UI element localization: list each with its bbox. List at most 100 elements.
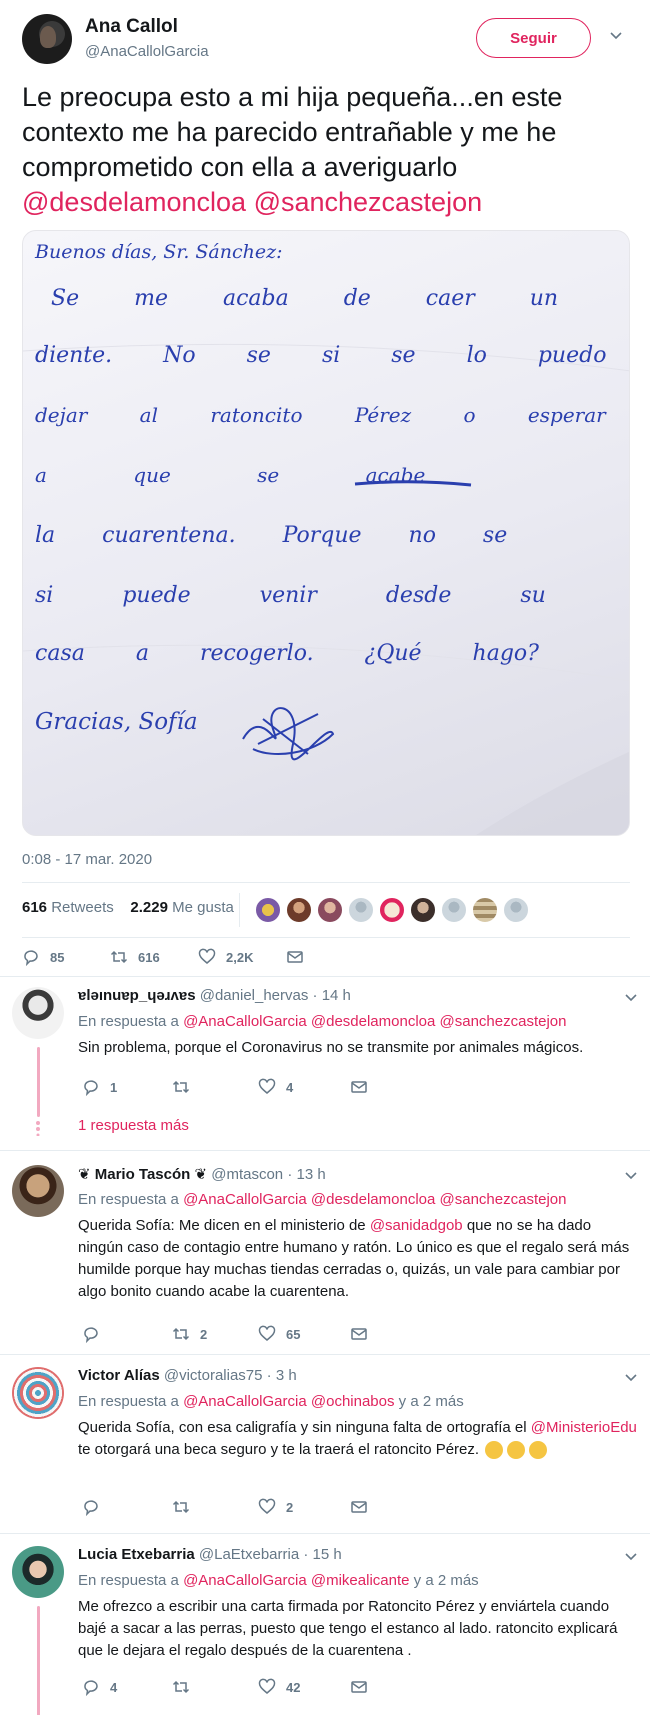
likes-label[interactable]: Me gusta <box>172 899 234 916</box>
thread-line <box>37 1606 40 1715</box>
avatar[interactable] <box>441 897 467 923</box>
tweet-date[interactable]: 0:08 - 17 mar. 2020 <box>22 851 152 868</box>
avatar[interactable] <box>410 897 436 923</box>
avatar[interactable] <box>12 1367 64 1419</box>
message-button[interactable] <box>350 1078 378 1096</box>
mention-link[interactable]: @desdelamoncloa <box>311 1013 435 1030</box>
retweet-button[interactable] <box>172 1498 200 1516</box>
tweet-text: Le preocupa esto a mi hija pequeña...en … <box>22 80 632 220</box>
reply-author-name[interactable]: Lucia Etxebarria <box>78 1546 195 1563</box>
reply-author-handle[interactable]: @LaEtxebarria <box>199 1546 299 1563</box>
reply-icon <box>84 1500 98 1516</box>
crossed-out-word <box>354 480 472 487</box>
retweet-button[interactable]: 616 <box>110 948 160 966</box>
author-avatar[interactable] <box>22 14 72 64</box>
in-reply-to: En respuesta a @AnaCallolGarcia @desdela… <box>78 1191 566 1208</box>
reply-author-name[interactable]: Victor Alías <box>78 1367 160 1384</box>
like-button[interactable]: 2,2K <box>198 948 253 966</box>
reply-tweet[interactable]: ❦ Mario Tascón ❦ @mtascon · 13 h En resp… <box>0 1150 650 1353</box>
chevron-down-icon[interactable] <box>625 992 637 1004</box>
reply-tweet[interactable]: Victor Alías @victoralias75 · 3 h En res… <box>0 1354 650 1532</box>
retweet-button[interactable]: 2 <box>172 1325 207 1343</box>
author-handle[interactable]: @AnaCallolGarcia <box>85 43 209 60</box>
message-button[interactable] <box>350 1678 378 1696</box>
tweet-actions: 85 616 2,2K <box>22 948 422 970</box>
main-tweet: Ana Callol @AnaCallolGarcia Seguir Le pr… <box>0 0 650 975</box>
reply-button[interactable] <box>82 1498 110 1516</box>
in-reply-to-more[interactable]: y a 2 más <box>399 1393 464 1410</box>
like-count: 65 <box>286 1326 301 1342</box>
message-button[interactable] <box>350 1325 378 1343</box>
like-button[interactable]: 42 <box>258 1678 300 1696</box>
avatar[interactable] <box>12 1165 64 1217</box>
mention-link[interactable]: @sanidadgob <box>370 1217 463 1234</box>
mention-link[interactable]: @MinisterioEdu <box>531 1419 637 1436</box>
mention-link[interactable]: @AnaCallolGarcia <box>183 1393 307 1410</box>
in-reply-to-label: En respuesta a <box>78 1393 179 1410</box>
like-button[interactable]: 4 <box>258 1078 293 1096</box>
reply-button[interactable]: 85 <box>22 948 64 966</box>
follow-button[interactable]: Seguir <box>476 18 591 58</box>
avatar[interactable] <box>286 897 312 923</box>
avatar[interactable] <box>348 897 374 923</box>
mention-link[interactable]: @AnaCallolGarcia <box>183 1013 307 1030</box>
divider <box>239 893 240 927</box>
reply-time[interactable]: · 15 h <box>303 1546 341 1563</box>
mention-link[interactable]: @desdelamoncloa <box>311 1191 435 1208</box>
chevron-down-icon[interactable] <box>625 1372 637 1384</box>
reply-button[interactable]: 4 <box>82 1678 117 1696</box>
reply-button[interactable]: 1 <box>82 1078 117 1096</box>
like-icon <box>258 1325 276 1341</box>
more-replies-link[interactable]: 1 respuesta más <box>78 1117 189 1134</box>
avatar[interactable] <box>255 897 281 923</box>
clapping-hands-emoji-icon <box>529 1441 548 1460</box>
note-line: si puede venir desde su <box>35 583 546 608</box>
reply-author-handle[interactable]: @victoralias75 <box>164 1367 263 1384</box>
avatar[interactable] <box>503 897 529 923</box>
retweets-label[interactable]: Retweets <box>51 899 114 916</box>
like-button[interactable]: 65 <box>258 1325 300 1343</box>
avatar[interactable] <box>379 897 405 923</box>
mention-link[interactable]: @sanchezcastejon <box>440 1191 567 1208</box>
avatar[interactable] <box>12 1546 64 1598</box>
mention-link[interactable]: @ochinabos <box>311 1393 395 1410</box>
chevron-down-icon[interactable] <box>625 1551 637 1563</box>
mention-link[interactable]: @sanchezcastejon <box>440 1013 567 1030</box>
reply-author-handle[interactable]: @daniel_hervas <box>200 987 309 1004</box>
reply-time[interactable]: · 13 h <box>287 1166 325 1183</box>
like-button[interactable]: 2 <box>258 1498 293 1516</box>
note-line: Se me acaba de caer un <box>51 286 559 311</box>
reply-time[interactable]: · 3 h <box>267 1367 297 1384</box>
in-reply-to-label: En respuesta a <box>78 1191 179 1208</box>
reply-text: Querida Sofía, con esa caligrafía y sin … <box>78 1417 638 1461</box>
mention-link[interactable]: @AnaCallolGarcia <box>183 1191 307 1208</box>
clapping-hands-emoji-icon <box>485 1441 504 1460</box>
likes-count[interactable]: 2.229 <box>130 899 168 916</box>
chevron-down-icon[interactable] <box>610 30 622 42</box>
reply-button[interactable] <box>82 1325 110 1343</box>
chevron-down-icon[interactable] <box>625 1170 637 1182</box>
retweet-button[interactable] <box>172 1678 200 1696</box>
mention-link[interactable]: @mikealicante <box>311 1572 410 1589</box>
in-reply-to-more[interactable]: y a 2 más <box>414 1572 479 1589</box>
retweet-button[interactable] <box>172 1078 200 1096</box>
tweet-photo[interactable]: Buenos días, Sr. Sánchez: Se me acaba de… <box>22 230 630 836</box>
like-icon <box>258 1498 276 1514</box>
reply-author-name[interactable]: ❦ Mario Tascón ❦ <box>78 1166 207 1183</box>
author-name[interactable]: Ana Callol <box>85 16 178 38</box>
avatar[interactable] <box>472 897 498 923</box>
mention-link[interactable]: @AnaCallolGarcia <box>183 1572 307 1589</box>
mention-link[interactable]: @sanchezcastejon <box>254 187 483 217</box>
reply-tweet[interactable]: Lucia Etxebarria @LaEtxebarria · 15 h En… <box>0 1533 650 1715</box>
message-button[interactable] <box>350 1498 378 1516</box>
avatar[interactable] <box>12 987 64 1039</box>
reply-author-handle[interactable]: @mtascon <box>211 1166 283 1183</box>
message-button[interactable] <box>286 948 314 966</box>
reply-time[interactable]: · 14 h <box>313 987 351 1004</box>
reply-header: Victor Alías @victoralias75 · 3 h <box>78 1367 297 1384</box>
mention-link[interactable]: @desdelamoncloa <box>22 187 246 217</box>
retweets-count[interactable]: 616 <box>22 899 47 916</box>
reply-author-name[interactable]: ɐlǝınuɐp_ɥǝɹʌɐs <box>78 987 196 1004</box>
reply-tweet[interactable]: ɐlǝınuɐp_ɥǝɹʌɐs @daniel_hervas · 14 h En… <box>0 976 650 1149</box>
avatar[interactable] <box>317 897 343 923</box>
